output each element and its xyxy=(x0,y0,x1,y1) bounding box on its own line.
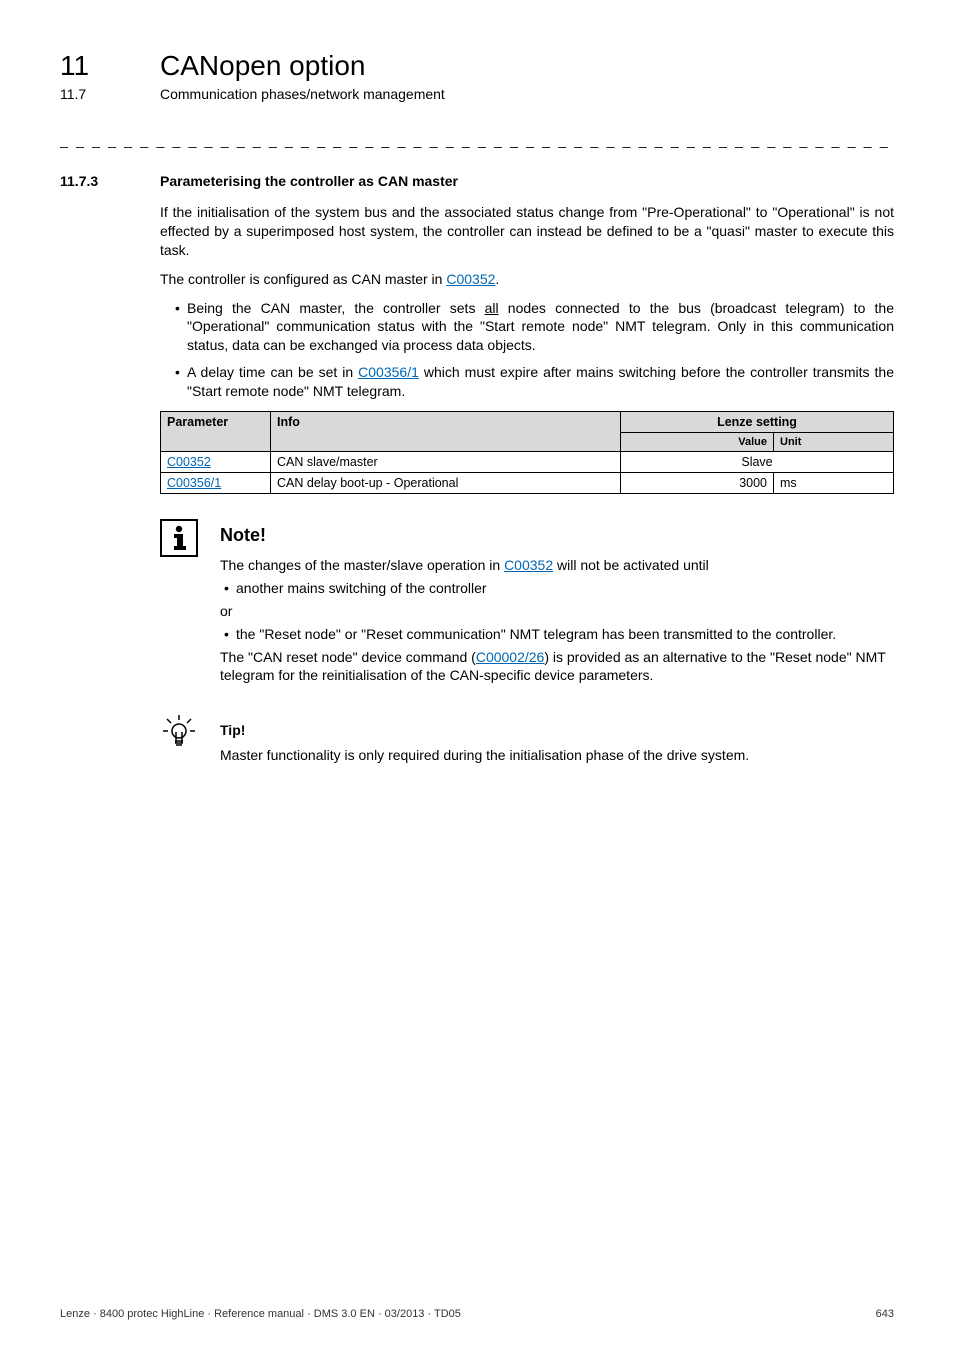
th-lenze-setting: Lenze setting xyxy=(621,412,894,433)
text-fragment: . xyxy=(495,271,499,287)
link-c00002-26[interactable]: C00002/26 xyxy=(476,649,545,665)
text-fragment: The controller is configured as CAN mast… xyxy=(160,271,446,287)
cell-value: Slave xyxy=(621,452,894,473)
footer-page-number: 643 xyxy=(876,1308,894,1320)
chapter-title: CANopen option xyxy=(160,50,365,82)
note-bullet-2: the "Reset node" or "Reset communication… xyxy=(224,625,894,644)
text-fragment: The "CAN reset node" device command ( xyxy=(220,649,476,665)
text-fragment: The changes of the master/slave operatio… xyxy=(220,557,504,573)
table-row: C00352 CAN slave/master Slave xyxy=(161,452,894,473)
link-c00352[interactable]: C00352 xyxy=(446,271,495,287)
link-param-c00352[interactable]: C00352 xyxy=(167,455,211,469)
subsection-title: Communication phases/network management xyxy=(160,86,445,102)
tip-icon xyxy=(160,714,198,765)
paragraph-config: The controller is configured as CAN mast… xyxy=(160,270,894,289)
tip-body: Master functionality is only required du… xyxy=(220,746,749,765)
text-fragment: will not be activated until xyxy=(553,557,709,573)
section-number: 11.7.3 xyxy=(60,173,160,189)
cell-unit: ms xyxy=(774,473,894,494)
note-or: or xyxy=(220,602,894,621)
paragraph-intro: If the initialisation of the system bus … xyxy=(160,203,894,260)
tip-title: Tip! xyxy=(220,722,749,738)
info-icon xyxy=(160,519,198,557)
note-paragraph-2: The "CAN reset node" device command (C00… xyxy=(220,648,894,686)
underlined-all: all xyxy=(485,300,499,316)
subsection-number: 11.7 xyxy=(60,86,160,102)
bullet-can-master: Being the CAN master, the controller set… xyxy=(175,299,894,356)
text-fragment: A delay time can be set in xyxy=(187,364,358,380)
note-paragraph-1: The changes of the master/slave operatio… xyxy=(220,556,894,575)
separator-rule: _ _ _ _ _ _ _ _ _ _ _ _ _ _ _ _ _ _ _ _ … xyxy=(60,132,894,148)
cell-value: 3000 xyxy=(621,473,774,494)
chapter-number: 11 xyxy=(60,50,160,82)
parameter-table: Parameter Info Lenze setting Value Unit … xyxy=(160,411,894,494)
cell-info: CAN delay boot-up - Operational xyxy=(271,473,621,494)
th-info: Info xyxy=(271,412,621,452)
th-unit: Unit xyxy=(774,433,894,452)
footer-left: Lenze · 8400 protec HighLine · Reference… xyxy=(60,1308,461,1320)
text-fragment: Being the CAN master, the controller set… xyxy=(187,300,485,316)
table-row: C00356/1 CAN delay boot-up - Operational… xyxy=(161,473,894,494)
th-parameter: Parameter xyxy=(161,412,271,452)
link-c00356-1[interactable]: C00356/1 xyxy=(358,364,419,380)
link-param-c00356-1[interactable]: C00356/1 xyxy=(167,476,221,490)
section-title: Parameterising the controller as CAN mas… xyxy=(160,173,458,189)
bullet-delay-time: A delay time can be set in C00356/1 whic… xyxy=(175,363,894,401)
th-value: Value xyxy=(621,433,774,452)
note-title: Note! xyxy=(220,525,894,546)
note-bullet-1: another mains switching of the controlle… xyxy=(224,579,894,598)
cell-info: CAN slave/master xyxy=(271,452,621,473)
link-note-c00352[interactable]: C00352 xyxy=(504,557,553,573)
